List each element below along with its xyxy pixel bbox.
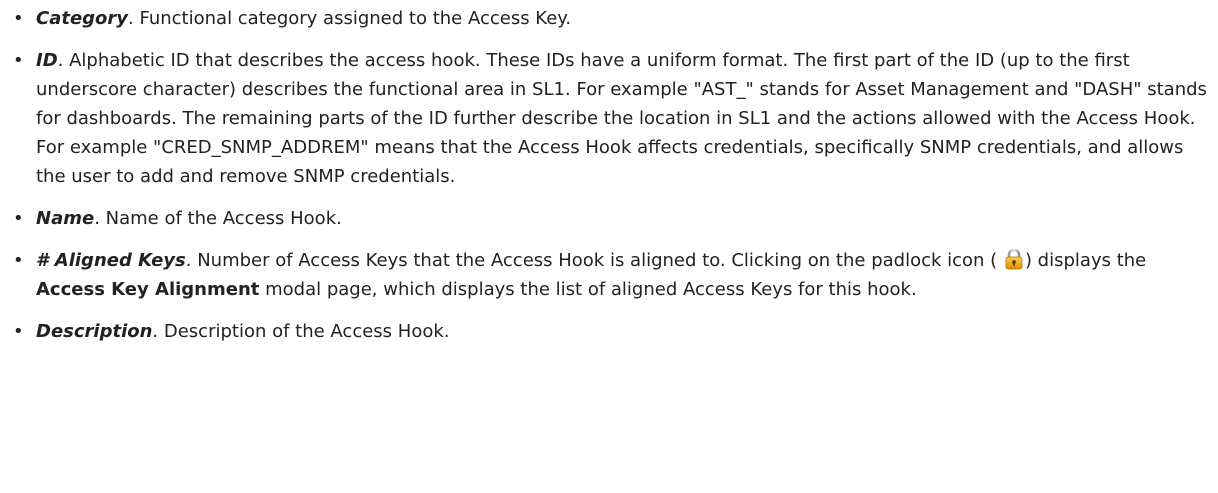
description-aligned-keys-part3: modal page, which displays the list of a… [259, 279, 917, 300]
list-item-description: • Description. Description of the Access… [0, 317, 1218, 346]
description-name: . Name of the Access Hook. [94, 208, 342, 229]
term-category: Category [36, 8, 129, 29]
document-page: • Category. Functional category assigned… [0, 4, 1218, 493]
term-aligned-keys: # Aligned Keys [36, 250, 186, 271]
field-description-list: • Category. Functional category assigned… [0, 4, 1218, 346]
bullet: • [13, 8, 24, 29]
list-item-id: • ID. Alphabetic ID that describes the a… [0, 46, 1218, 191]
bullet: • [13, 321, 24, 342]
bullet: • [13, 50, 24, 71]
description-aligned-keys-part2: ) displays the [1024, 250, 1147, 271]
term-id: ID [36, 50, 58, 71]
list-item-category: • Category. Functional category assigned… [0, 4, 1218, 33]
description-description: . Description of the Access Hook. [152, 321, 450, 342]
bullet: • [13, 250, 24, 271]
bullet: • [13, 208, 24, 229]
term-name: Name [36, 208, 95, 229]
description-aligned-keys-part1: . Number of Access Keys that the Access … [185, 250, 998, 271]
list-item-name: • Name. Name of the Access Hook. [0, 204, 1218, 233]
description-category: . Functional category assigned to the Ac… [128, 8, 572, 29]
access-key-alignment-label: Access Key Alignment [36, 279, 260, 300]
list-item-aligned-keys: • # Aligned Keys. Number of Access Keys … [0, 246, 1218, 304]
term-description: Description [36, 321, 153, 342]
description-id: . Alphabetic ID that describes the acces… [36, 50, 1207, 187]
padlock-icon [1005, 248, 1023, 270]
